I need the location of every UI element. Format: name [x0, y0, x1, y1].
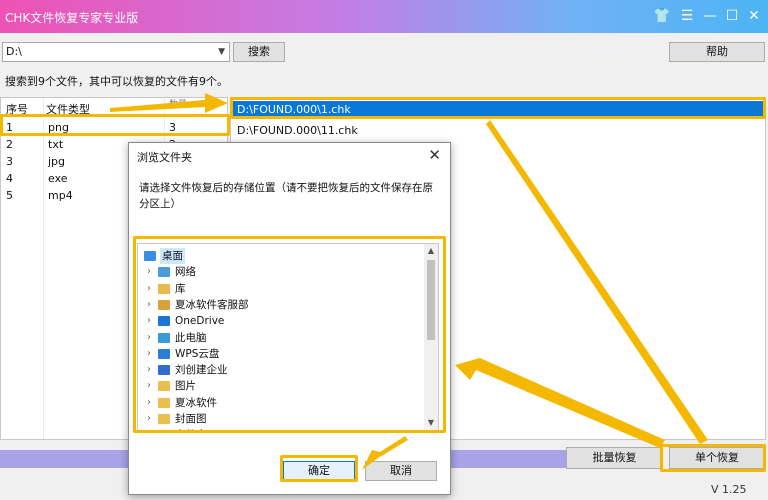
tree-item[interactable]: › 刘创建企业	[138, 362, 428, 378]
folder-tree[interactable]: › 文件夹 › 封面图 › 夏冰软件 › 图片 › 刘创建企业 › WPS云盘 › 此电脑 › OneDriv…	[137, 243, 439, 431]
maximize-icon[interactable]: ☐	[722, 6, 742, 26]
tree-item[interactable]: › 夏冰软件客服部	[138, 297, 428, 313]
menu-icon[interactable]: ☰	[677, 6, 697, 26]
browse-folder-dialog: 浏览文件夹 ✕ 请选择文件恢复后的存储位置（请不要把恢复后的文件保存在原分区上）…	[128, 142, 451, 495]
cloud-icon	[158, 348, 170, 359]
row-type: jpg	[48, 155, 66, 168]
tree-item[interactable]: › 封面图	[138, 411, 428, 427]
tree-item[interactable]: 桌面	[138, 248, 428, 264]
window-title: CHK文件恢复专家专业版	[5, 11, 139, 25]
dialog-title: 浏览文件夹	[137, 151, 192, 164]
row-type: txt	[48, 138, 64, 151]
single-recover-button[interactable]: 单个恢复	[669, 447, 765, 469]
tree-item[interactable]: › 库	[138, 281, 428, 297]
row-index: 3	[6, 155, 13, 168]
tree-item-label: 图片	[175, 380, 196, 393]
folder-icon	[158, 381, 170, 392]
batch-recover-button[interactable]: 批量恢复	[566, 447, 663, 469]
network-icon	[158, 267, 170, 278]
tree-item-label: 文件夹	[175, 427, 207, 430]
row-index: 5	[6, 189, 13, 202]
chevron-right-icon[interactable]: ›	[147, 297, 151, 313]
help-button[interactable]: 帮助	[669, 42, 765, 62]
chevron-right-icon[interactable]: ›	[147, 281, 151, 297]
tree-item-label: 此电脑	[175, 331, 207, 344]
tree-item-label: OneDrive	[175, 315, 225, 328]
tree-item[interactable]: › 网络	[138, 264, 428, 280]
tree-item[interactable]: › OneDrive	[138, 313, 428, 329]
chevron-right-icon[interactable]: ›	[147, 346, 151, 362]
chevron-right-icon[interactable]: ›	[147, 395, 151, 411]
row-index: 4	[6, 172, 13, 185]
chevron-right-icon[interactable]: ›	[147, 264, 151, 280]
library-icon	[158, 283, 170, 294]
scroll-thumb[interactable]	[427, 260, 435, 340]
shirt-icon[interactable]: 👕	[652, 6, 672, 26]
tree-item-label: 封面图	[175, 413, 207, 425]
column-header-count[interactable]: 数量	[169, 97, 187, 110]
search-button[interactable]: 搜索	[233, 42, 285, 62]
list-item[interactable]: D:\FOUND.000\1.chk	[233, 101, 763, 118]
row-type: png	[48, 121, 69, 134]
tree-item-label: 库	[175, 282, 186, 295]
tree-item-label: 夏冰软件	[175, 396, 217, 409]
chevron-right-icon[interactable]: ›	[147, 427, 151, 430]
desktop-icon	[144, 251, 156, 261]
table-row[interactable]: 1 png 3	[1, 119, 227, 136]
row-count: 3	[169, 121, 176, 134]
chevron-right-icon[interactable]: ›	[147, 411, 151, 427]
tree-item[interactable]: › 此电脑	[138, 330, 428, 346]
cloud-icon	[158, 316, 170, 327]
drive-select-value: D:\	[6, 45, 22, 58]
tree-item-label: 桌面	[160, 248, 185, 264]
tree-item[interactable]: › WPS云盘	[138, 346, 428, 362]
computer-icon	[158, 332, 170, 343]
tree-item-label: 夏冰软件客服部	[175, 298, 249, 311]
user-icon	[158, 299, 170, 310]
chevron-right-icon[interactable]: ›	[147, 362, 151, 378]
dialog-close-icon[interactable]: ✕	[428, 146, 441, 164]
drive-select[interactable]: D:\ ▼	[2, 42, 230, 62]
chevron-down-icon: ▼	[218, 47, 225, 57]
row-type: mp4	[48, 189, 73, 202]
folder-icon	[158, 397, 170, 408]
row-index: 2	[6, 138, 13, 151]
tree-item-label: 网络	[175, 266, 196, 279]
title-bar: CHK文件恢复专家专业版 👕 ☰ — ☐ ✕	[0, 0, 768, 33]
folder-icon	[158, 430, 170, 431]
folder-icon	[158, 414, 170, 424]
ok-button[interactable]: 确定	[283, 461, 355, 481]
scroll-up-icon[interactable]: ▲	[424, 244, 438, 258]
tree-scrollbar[interactable]: ▲ ▼	[424, 244, 438, 430]
tree-item[interactable]: › 文件夹	[138, 427, 428, 431]
tree-item-label: 刘创建企业	[175, 364, 228, 377]
search-status: 搜索到9个文件，其中可以恢复的文件有9个。	[5, 75, 228, 88]
chevron-right-icon[interactable]: ›	[147, 330, 151, 346]
row-type: exe	[48, 172, 68, 185]
list-item[interactable]: D:\FOUND.000\11.chk	[233, 122, 763, 139]
tree-item-label: WPS云盘	[175, 347, 220, 360]
chevron-right-icon[interactable]: ›	[147, 378, 151, 394]
cancel-button[interactable]: 取消	[365, 461, 437, 481]
row-index: 1	[6, 121, 13, 134]
minimize-icon[interactable]: —	[700, 6, 720, 26]
tree-item[interactable]: › 夏冰软件	[138, 395, 428, 411]
column-header-index[interactable]: 序号	[6, 101, 28, 117]
tree-item[interactable]: › 图片	[138, 378, 428, 394]
column-header-type[interactable]: 文件类型	[46, 101, 90, 117]
chevron-right-icon[interactable]: ›	[147, 313, 151, 329]
close-icon[interactable]: ✕	[744, 6, 764, 26]
scroll-down-icon[interactable]: ▼	[424, 416, 438, 430]
dialog-description: 请选择文件恢复后的存储位置（请不要把恢复后的文件保存在原分区上）	[139, 182, 433, 210]
building-icon	[158, 365, 170, 376]
version-label: V 1.25	[711, 483, 747, 496]
